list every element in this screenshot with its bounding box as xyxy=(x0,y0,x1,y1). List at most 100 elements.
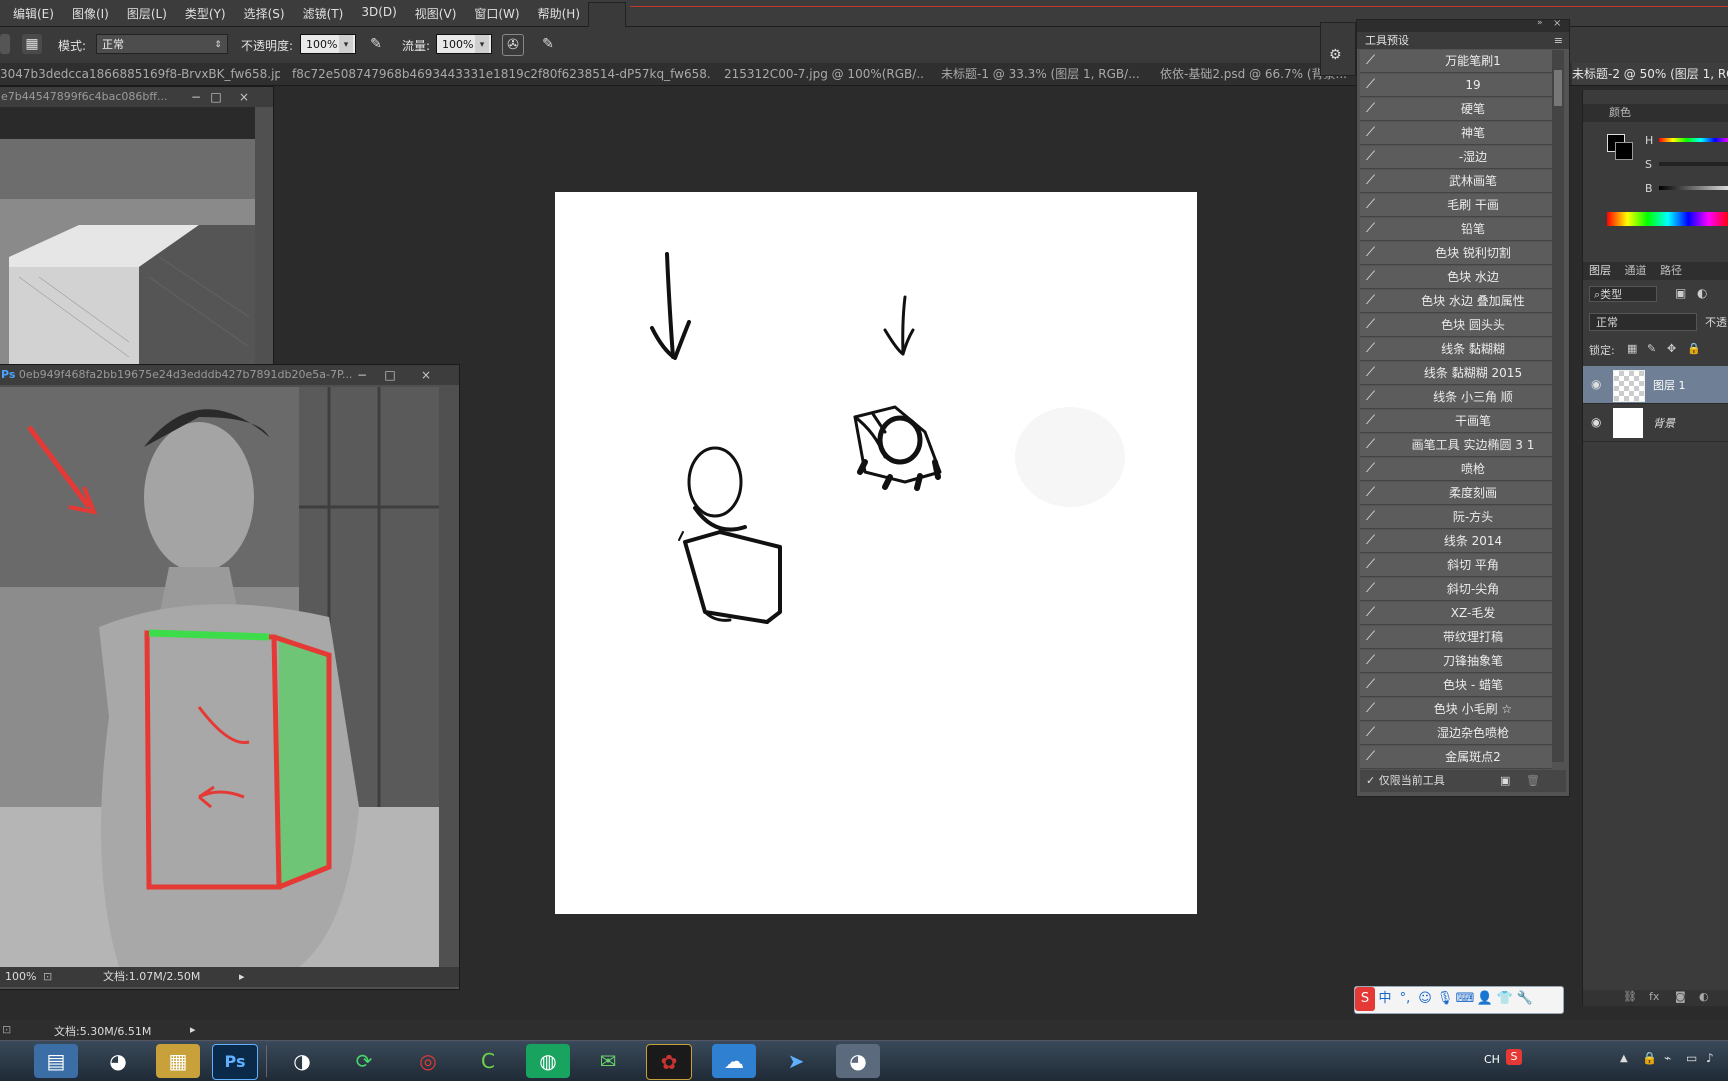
brush-preset-item[interactable]: ⟋ 硬笔 xyxy=(1360,98,1552,121)
maximize-icon[interactable]: □ xyxy=(381,365,399,385)
brush-preset-item[interactable]: ⟋ 铅笔 xyxy=(1360,218,1552,241)
reference-window-cube[interactable]: e7b44547899f6c4bac086bff... − □ × xyxy=(0,86,274,366)
panel-menu-icon[interactable]: ≡ xyxy=(1554,32,1563,49)
preview-icon[interactable]: ⊡ xyxy=(2,1023,11,1036)
brush-preset-item[interactable]: ⟋ 阮-方头 xyxy=(1360,506,1552,529)
menu-view[interactable]: 视图(V) xyxy=(406,5,466,22)
new-preset-icon[interactable]: ▣ xyxy=(1500,770,1510,792)
brush-preset-item[interactable]: ⟋ 色块 - 蜡笔 xyxy=(1360,674,1552,697)
minimize-icon[interactable]: − xyxy=(353,365,371,385)
link-icon[interactable]: ⛓ xyxy=(1623,990,1637,1003)
panel-tab-tool-presets[interactable]: 工具预设 ≡ xyxy=(1357,32,1569,49)
collapse-icon[interactable]: » xyxy=(1537,18,1543,28)
brush-preset-item[interactable]: ⟋ 带纹理打稿 xyxy=(1360,626,1552,649)
brush-preset-item[interactable]: ⟋ 色块 锐利切割 xyxy=(1360,242,1552,265)
cloud-drive-icon[interactable]: ☁ xyxy=(712,1044,756,1078)
green-arrow-app-icon[interactable]: ⟳ xyxy=(342,1044,386,1078)
scrollbar-thumb[interactable] xyxy=(1554,70,1562,106)
sogou-tray-icon[interactable]: S xyxy=(1506,1049,1522,1065)
brush-preset-item[interactable]: ⟋ 斜切-尖角 xyxy=(1360,578,1552,601)
airbrush-icon[interactable]: ✇ xyxy=(502,34,524,56)
doc-tab[interactable]: f8c72e508747968b4693443331e1819c2f80f623… xyxy=(292,63,710,85)
saturation-slider[interactable] xyxy=(1659,162,1728,166)
eye-icon[interactable]: ◉ xyxy=(1591,415,1601,429)
tab-layers[interactable]: 图层 xyxy=(1583,264,1611,277)
mask-icon[interactable]: ◙ xyxy=(1675,990,1686,1003)
tray-volume-icon[interactable]: ♪ xyxy=(1706,1051,1714,1065)
pressure-size-icon[interactable]: ✎ xyxy=(538,34,558,54)
ime-user-icon[interactable]: 👤 xyxy=(1475,987,1495,1011)
menu-window[interactable]: 窗口(W) xyxy=(465,5,528,22)
menu-filter[interactable]: 滤镜(T) xyxy=(294,5,353,22)
brush-preset-item[interactable]: ⟋ 神笔 xyxy=(1360,122,1552,145)
tray-expand-icon[interactable]: ▲ xyxy=(1620,1053,1628,1064)
close-icon[interactable]: × xyxy=(235,87,253,107)
brightness-slider[interactable] xyxy=(1659,186,1728,190)
close-icon[interactable]: × xyxy=(417,365,435,385)
browser-icon[interactable]: ◑ xyxy=(280,1044,324,1078)
tool-preset-picker[interactable] xyxy=(0,34,10,54)
game-app-icon[interactable]: ✿ xyxy=(646,1044,692,1080)
tab-paths[interactable]: 路径 xyxy=(1650,264,1682,277)
brush-preset-item[interactable]: ⟋ 金属斑点2 xyxy=(1360,746,1552,769)
play-arrow-icon[interactable]: ▸ xyxy=(190,1023,196,1036)
wechat-icon[interactable]: ✉ xyxy=(586,1044,630,1078)
photoshop-icon[interactable]: Ps xyxy=(212,1044,258,1080)
close-icon[interactable]: × xyxy=(1553,18,1561,29)
ime-skin-icon[interactable]: 👕 xyxy=(1495,987,1515,1011)
menu-select[interactable]: 选择(S) xyxy=(235,5,294,22)
doc-tab[interactable]: 215312C00-7.jpg @ 100%(RGB/...× xyxy=(724,63,924,85)
brush-preset-item[interactable]: ⟋ 色块 圆头头 xyxy=(1360,314,1552,337)
lock-transparent-icon[interactable]: ▦ xyxy=(1627,342,1637,355)
layer-name[interactable]: 背景 xyxy=(1653,415,1675,431)
doc-tab-active[interactable]: 未标题-2 @ 50% (图层 1, RG xyxy=(1572,63,1728,85)
ime-keyboard-icon[interactable]: ⌨ xyxy=(1455,987,1475,1011)
opacity-input[interactable]: 100% xyxy=(300,34,340,54)
layer-filter-select[interactable]: ⌕类型 xyxy=(1589,286,1657,302)
checkbox-current-tool[interactable]: ✓ xyxy=(1366,774,1375,787)
lock-all-icon[interactable]: 🔒 xyxy=(1687,342,1701,355)
pressure-opacity-icon[interactable]: ✎ xyxy=(366,34,386,54)
brush-preset-item[interactable]: ⟋ 色块 水边 叠加属性 xyxy=(1360,290,1552,313)
ime-emoji-icon[interactable]: ☺ xyxy=(1415,987,1435,1011)
ime-toolbar[interactable]: S 中 °, ☺ 🎙 ⌨ 👤 👕 🔧 xyxy=(1354,986,1564,1014)
menu-layer[interactable]: 图层(L) xyxy=(118,5,176,22)
drawing-canvas[interactable] xyxy=(555,192,1197,914)
lock-move-icon[interactable]: ✥ xyxy=(1667,342,1676,355)
ime-settings-icon[interactable]: 🔧 xyxy=(1515,987,1535,1011)
layer-name[interactable]: 图层 1 xyxy=(1653,377,1686,393)
adjustment-icon[interactable]: ◐ xyxy=(1699,990,1709,1003)
zoom-level[interactable]: 100% xyxy=(5,967,36,987)
background-color-swatch[interactable] xyxy=(1615,142,1633,160)
brush-preset-item[interactable]: ⟋ 色块 水边 xyxy=(1360,266,1552,289)
hue-slider[interactable] xyxy=(1659,138,1728,142)
iqiyi-icon[interactable]: ◍ xyxy=(526,1044,570,1078)
brush-settings-icon[interactable]: ▦ xyxy=(22,34,42,54)
trash-icon[interactable]: 🗑 xyxy=(1526,770,1540,792)
preview-icon[interactable]: ⊡ xyxy=(43,967,52,987)
netease-music-icon[interactable]: ◎ xyxy=(406,1044,450,1078)
flow-input[interactable]: 100% xyxy=(436,34,476,54)
brush-preset-item[interactable]: ⟋ 干画笔 xyxy=(1360,410,1552,433)
color-spectrum-bar[interactable] xyxy=(1607,212,1728,226)
brush-preset-item[interactable]: ⟋ 线条 2014 xyxy=(1360,530,1552,553)
lock-paint-icon[interactable]: ✎ xyxy=(1647,342,1656,355)
collapsed-panel-dock[interactable]: ⚙ xyxy=(1320,22,1356,76)
layer-row-selected[interactable]: ◉ 图层 1 xyxy=(1583,366,1728,404)
flow-dropdown[interactable]: ▾ xyxy=(475,34,492,54)
tab-channels[interactable]: 通道 xyxy=(1615,264,1647,277)
adjustment-filter-icon[interactable]: ◐ xyxy=(1697,286,1707,300)
brush-preset-item[interactable]: ⟋ 柔度刻画 xyxy=(1360,482,1552,505)
notepad-icon[interactable]: ▦ xyxy=(156,1044,200,1078)
brush-preset-item[interactable]: ⟋ 色块 小毛刷 ☆ xyxy=(1360,698,1552,721)
maximize-icon[interactable]: □ xyxy=(207,87,225,107)
brush-preset-item[interactable]: ⟋ 毛刷 干画 xyxy=(1360,194,1552,217)
doc-tab[interactable]: 3047b3dedcca1866885169f8-BrvxBK_fw658.jp… xyxy=(0,63,280,85)
sliders-icon[interactable]: ⚙ xyxy=(1329,47,1342,63)
reference-window-photo[interactable]: Ps 0eb949f468fa2bb19675e24d3edddb427b789… xyxy=(0,364,460,990)
layer-row[interactable]: ◉ 背景 xyxy=(1583,404,1728,442)
file-explorer-icon[interactable]: ▤ xyxy=(34,1044,78,1078)
brush-preset-item[interactable]: ⟋ 湿边杂色喷枪 xyxy=(1360,722,1552,745)
brush-preset-item[interactable]: ⟋ -湿边 xyxy=(1360,146,1552,169)
brush-preset-item[interactable]: ⟋ 斜切 平角 xyxy=(1360,554,1552,577)
